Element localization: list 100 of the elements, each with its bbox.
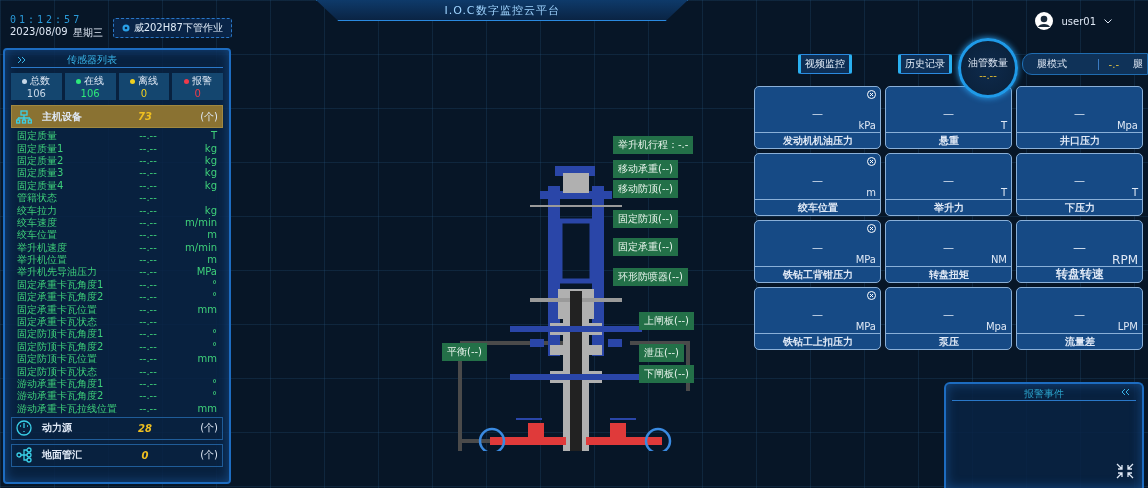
sensor-name: 绞车拉力 — [17, 204, 58, 217]
component-label: 移动防顶(--) — [613, 180, 679, 198]
close-icon[interactable] — [867, 157, 876, 166]
sensor-unit: ° — [211, 328, 217, 341]
sensor-unit: m — [206, 254, 217, 267]
metric-unit: Mpa — [985, 321, 1007, 333]
group-count: 28 — [137, 423, 153, 434]
gauge-value: --.-- — [979, 69, 997, 81]
metric-value: — — [943, 308, 954, 321]
sensor-unit: kg — [203, 167, 217, 180]
sensor-name: 举升机速度 — [17, 241, 68, 254]
double-chevron-icon — [17, 57, 27, 63]
close-icon[interactable] — [867, 90, 876, 99]
clock-time: 01:12:57 — [10, 14, 84, 25]
collapse-icon[interactable] — [1116, 463, 1134, 479]
group-count: 0 — [140, 450, 150, 461]
stat-value: 106 — [26, 88, 46, 99]
metric-unit: m — [866, 187, 876, 199]
sensor-unit: T — [209, 130, 217, 143]
user-avatar-icon[interactable] — [1035, 12, 1054, 30]
sensor-name: 绞车位置 — [17, 229, 58, 242]
stat-label: 总数 — [30, 74, 51, 88]
component-label: 下闸板(--) — [639, 365, 695, 383]
close-icon[interactable] — [867, 224, 876, 233]
metric-label: 铁钻工上扣压力 — [755, 333, 880, 349]
stat-value: 106 — [80, 88, 100, 99]
sensor-unit: mm — [196, 402, 217, 415]
metric-label: 悬重 — [886, 132, 1011, 148]
network-icon — [16, 109, 32, 124]
metric-label: 发动机机油压力 — [755, 132, 880, 148]
panel-title: 传感器列表 — [67, 53, 117, 67]
location-button[interactable]: 威202H87下管作业 — [112, 18, 232, 38]
sensor-name: 举升机先导油压力 — [17, 266, 98, 279]
component-label: 泄压(--) — [639, 344, 685, 362]
sensor-name: 固定承重卡瓦角度2 — [17, 291, 105, 304]
group-count: 73 — [137, 111, 153, 122]
sensor-name: 固定承重卡瓦状态 — [17, 316, 98, 328]
sensor-name: 固定质量 — [17, 130, 58, 143]
metric-value: — — [943, 241, 954, 254]
sensor-unit: m — [206, 229, 217, 242]
sensor-value: --.-- — [138, 316, 158, 329]
sensor-value: --.-- — [138, 154, 158, 167]
sensor-value: --.-- — [138, 167, 158, 180]
sensor-unit: MPa — [195, 266, 217, 279]
group-name: 主机设备 — [42, 109, 83, 124]
metric-unit: T — [1000, 120, 1007, 132]
metric-unit: NM — [990, 254, 1007, 266]
sensor-value: --.-- — [138, 192, 158, 205]
stat-label: 报警 — [191, 74, 212, 88]
toolbar-button[interactable]: 视频监控 — [798, 54, 852, 74]
sensor-name: 绞车速度 — [17, 216, 58, 229]
component-label: 固定承重(--) — [613, 238, 679, 256]
metric-unit: RPM — [1112, 254, 1138, 266]
sensor-value: --.-- — [138, 365, 158, 378]
sensor-value: --.-- — [138, 266, 158, 279]
sensor-name: 固定质量2 — [17, 154, 65, 167]
metric-unit: MPa — [855, 254, 876, 266]
sensor-value: --.-- — [138, 241, 158, 254]
metric-value: — — [1074, 174, 1085, 187]
sensor-name: 游动承重卡瓦角度2 — [17, 390, 105, 403]
device-group-header[interactable]: 动力源 28 (个) — [11, 417, 223, 440]
sensor-name: 固定防顶卡瓦角度2 — [17, 340, 105, 353]
sensor-name: 游动承重卡瓦拉线位置 — [17, 402, 118, 415]
gauge-label: 油管数量 — [968, 55, 1008, 70]
group-name: 动力源 — [42, 421, 73, 436]
device-group-header[interactable]: 主机设备 73 (个) — [11, 105, 223, 128]
sensor-unit: ° — [211, 278, 217, 291]
sensor-value: --.-- — [138, 402, 158, 415]
toolbar-button[interactable]: 历史记录 — [898, 54, 952, 74]
metric-unit: Mpa — [1116, 120, 1138, 132]
device-group-header[interactable]: 地面管汇 0 (个) — [11, 444, 223, 467]
user-name[interactable]: user01 — [1061, 15, 1096, 27]
chevron-down-icon[interactable] — [1104, 18, 1112, 24]
metric-label: 流量差 — [1017, 333, 1142, 349]
sensor-name: 管籍状态 — [17, 192, 58, 205]
metric-label: 下压力 — [1017, 199, 1142, 215]
sensor-unit: m/min — [184, 216, 217, 229]
metric-value: — — [812, 107, 823, 120]
sensor-name: 固定防顶卡瓦角度1 — [17, 328, 105, 341]
metric-label: 铁钻工背钳压力 — [755, 266, 880, 282]
metric-label: 井口压力 — [1017, 132, 1142, 148]
component-label: 固定防顶(--) — [613, 210, 679, 228]
metric-unit: MPa — [855, 321, 876, 333]
close-icon[interactable] — [867, 291, 876, 300]
sensor-unit: ° — [211, 390, 217, 403]
sensor-name: 固定承重卡瓦位置 — [17, 303, 98, 316]
sensor-name: 固定质量1 — [17, 142, 65, 155]
sensor-value: --.-- — [138, 291, 158, 304]
sensor-unit: kg — [203, 154, 217, 167]
sensor-value: --.-- — [138, 303, 158, 316]
sensor-unit: kg — [203, 142, 217, 155]
metric-unit: kPa — [858, 120, 876, 132]
sensor-value: --.-- — [138, 340, 158, 353]
metric-value: — — [943, 174, 954, 187]
sensor-value: --.-- — [138, 216, 158, 229]
metric-unit: T — [1131, 187, 1138, 199]
sensor-unit: mm — [196, 303, 217, 316]
metric-label: 泵压 — [886, 333, 1011, 349]
metric-unit: LPM — [1117, 321, 1138, 333]
double-chevron-icon[interactable] — [1121, 389, 1130, 395]
